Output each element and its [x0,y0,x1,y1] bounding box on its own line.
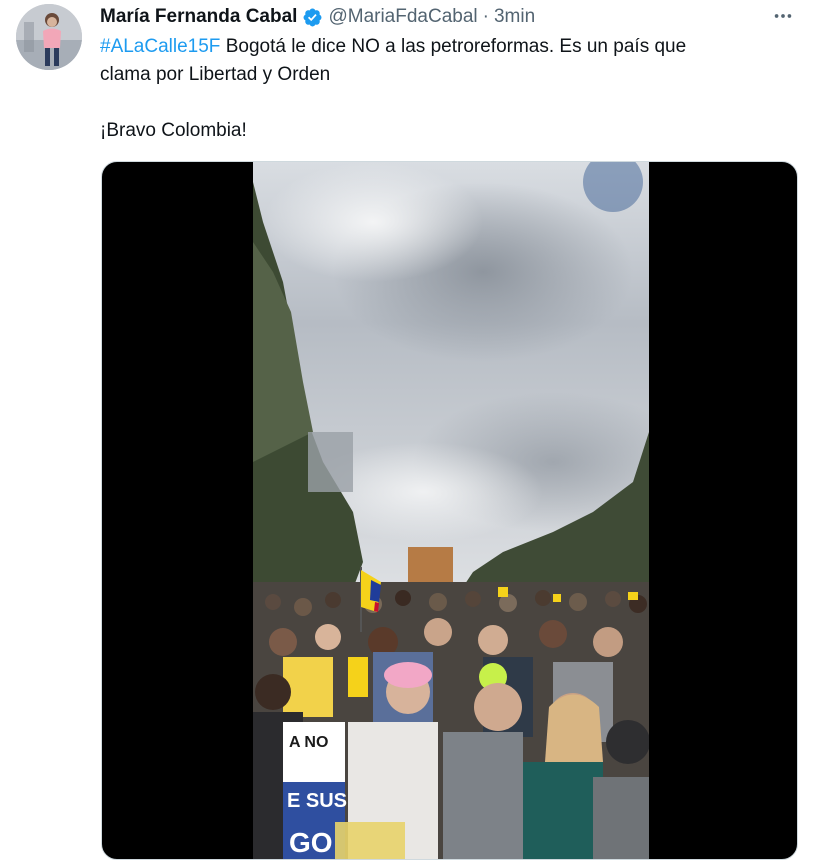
video-frame: A NO E SUS GO [253,162,649,859]
tweet-text: #ALaCalle15F Bogotá le dice NO a las pet… [100,33,790,145]
banner-text-2: E SUS [287,790,347,812]
avatar-image [16,4,82,70]
tweet-timestamp[interactable]: 3min [494,6,535,28]
tweet-header: María Fernanda Cabal @MariaFdaCabal · 3m… [100,5,798,29]
more-horizontal-icon [774,14,792,18]
tweet-media-video[interactable]: A NO E SUS GO [101,161,798,860]
tweet-text-line-1: #ALaCalle15F Bogotá le dice NO a las pet… [100,33,790,61]
more-options-button[interactable] [768,2,798,30]
banner-text-1: A NO [289,734,328,751]
author-display-name[interactable]: María Fernanda Cabal [100,6,297,28]
banner-text-3: GO [289,827,333,858]
author-avatar[interactable] [16,4,82,70]
tweet-text-line-2: clama por Libertad y Orden [100,64,331,85]
tweet-text-line-3: ¡Bravo Colombia! [100,120,247,141]
tweet-text-line-1-rest: Bogotá le dice NO a las petroreformas. E… [220,36,687,57]
verified-badge-icon[interactable] [302,7,323,28]
hashtag-link[interactable]: #ALaCalle15F [100,36,220,57]
author-handle[interactable]: @MariaFdaCabal [328,6,477,28]
separator-dot: · [482,6,489,27]
